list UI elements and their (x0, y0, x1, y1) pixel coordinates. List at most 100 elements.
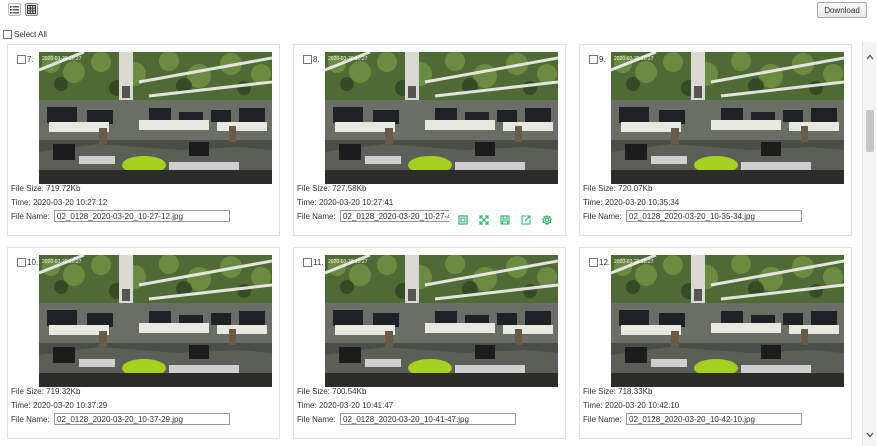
scroll-down-icon[interactable] (865, 430, 875, 440)
svg-text:2020-03-20 10:27: 2020-03-20 10:27 (42, 56, 82, 62)
file-name-label: File Name: (11, 212, 50, 221)
file-name-label: File Name: (297, 415, 336, 424)
settings-icon[interactable] (541, 214, 553, 226)
time-label: Time: (583, 401, 603, 410)
snapshot-card: 9. 2020-03-20 10:27 File Size: 720.07Kb (579, 44, 852, 236)
snapshot-thumbnail[interactable]: 2020-03-20 10:27 (39, 52, 272, 184)
card-index: 11. (313, 258, 324, 267)
time-row: Time: 2020-03-20 10:42:10 (583, 401, 679, 410)
file-name-row: File Name: (11, 415, 50, 424)
file-name-input[interactable] (340, 413, 516, 425)
image-hover-toolbar (449, 210, 561, 229)
scroll-up-icon[interactable] (865, 52, 875, 62)
card-select[interactable]: 10. (17, 258, 38, 267)
card-index: 12. (599, 258, 611, 267)
file-size-row: File Size: 720.07Kb (583, 184, 652, 193)
save-icon[interactable] (499, 214, 511, 226)
list-icon[interactable] (8, 3, 21, 16)
snapshot-thumbnail[interactable]: 2020-03-20 10:27 (611, 52, 844, 184)
time-value: 2020-03-20 10:27:12 (32, 198, 108, 207)
time-row: Time: 2020-03-20 10:41:47 (297, 401, 393, 410)
snapshot-card: 12. 2020-03-20 10:27 File Size: 718.33Kb (579, 247, 852, 439)
card-select[interactable]: 9. (589, 55, 606, 64)
time-value: 2020-03-20 10:37:29 (32, 401, 108, 410)
file-name-row: File Name: (297, 212, 336, 221)
time-value: 2020-03-20 10:27:41 (318, 198, 394, 207)
file-size-row: File Size: 700.54Kb (297, 387, 366, 396)
file-size-row: File Size: 727.58Kb (297, 184, 366, 193)
card-select[interactable]: 12. (589, 258, 610, 267)
card-checkbox[interactable] (589, 258, 598, 267)
card-checkbox[interactable] (303, 258, 312, 267)
file-name-input[interactable] (54, 210, 230, 222)
file-name-input[interactable] (54, 413, 230, 425)
file-size-label: File Size: (11, 184, 44, 193)
svg-text:2020-03-20 10:27: 2020-03-20 10:27 (614, 56, 654, 62)
file-size-value: 718.33Kb (618, 387, 653, 396)
time-label: Time: (11, 198, 31, 207)
file-name-row: File Name: (583, 212, 622, 221)
snapshot-card: 11. 2020-03-20 10:27 File Size: 700.54Kb (293, 247, 566, 439)
file-name-row: File Name: (11, 212, 50, 221)
card-checkbox[interactable] (17, 55, 26, 64)
file-size-value: 700.54Kb (332, 387, 367, 396)
time-label: Time: (297, 198, 317, 207)
card-select[interactable]: 8. (303, 55, 320, 64)
time-value: 2020-03-20 10:42:10 (604, 401, 680, 410)
card-index: 8. (313, 55, 320, 64)
snapshot-card: 7. 2020-03-20 10:27 File Size: 719.72Kb (7, 44, 280, 236)
file-size-label: File Size: (297, 184, 330, 193)
file-size-value: 720.07Kb (618, 184, 653, 193)
file-name-input[interactable] (626, 210, 802, 222)
select-all[interactable]: Select All (3, 30, 47, 39)
snapshot-thumbnail[interactable]: 2020-03-20 10:27 (39, 255, 272, 387)
select-all-checkbox[interactable] (3, 30, 12, 39)
card-checkbox[interactable] (17, 258, 26, 267)
snapshot-thumbnail[interactable]: 2020-03-20 10:27 (325, 52, 558, 184)
card-index: 9. (599, 55, 606, 64)
fullscreen-icon[interactable] (478, 214, 490, 226)
card-index: 7. (27, 55, 34, 64)
svg-text:2020-03-20 10:27: 2020-03-20 10:27 (614, 259, 654, 265)
file-name-row: File Name: (583, 415, 622, 424)
fit-icon[interactable] (457, 214, 469, 226)
svg-text:2020-03-20 10:27: 2020-03-20 10:27 (328, 56, 368, 62)
file-name-input[interactable] (626, 413, 802, 425)
file-size-row: File Size: 719.72Kb (11, 184, 80, 193)
scrollbar-thumb[interactable] (866, 110, 874, 152)
time-label: Time: (297, 401, 317, 410)
card-checkbox[interactable] (303, 55, 312, 64)
vertical-scrollbar[interactable] (862, 42, 876, 446)
file-size-label: File Size: (11, 387, 44, 396)
time-value: 2020-03-20 10:35:34 (604, 198, 680, 207)
file-name-label: File Name: (583, 212, 622, 221)
time-label: Time: (583, 198, 603, 207)
grid-icon[interactable] (25, 3, 38, 16)
card-select[interactable]: 11. (303, 258, 324, 267)
snapshot-grid: 7. 2020-03-20 10:27 File Size: 719.72Kb (0, 40, 862, 446)
file-name-label: File Name: (11, 415, 50, 424)
select-all-label: Select All (14, 30, 47, 39)
svg-text:2020-03-20 10:27: 2020-03-20 10:27 (42, 259, 82, 265)
snapshot-thumbnail[interactable]: 2020-03-20 10:27 (611, 255, 844, 387)
file-size-row: File Size: 718.33Kb (583, 387, 652, 396)
svg-text:2020-03-20 10:27: 2020-03-20 10:27 (328, 259, 368, 265)
file-name-label: File Name: (297, 212, 336, 221)
download-button[interactable]: Download (817, 2, 867, 18)
time-row: Time: 2020-03-20 10:27:41 (297, 198, 393, 207)
file-size-label: File Size: (297, 387, 330, 396)
snapshot-card: 8. 2020-03-20 10:27 File Size: 727.58Kb (293, 44, 566, 236)
card-index: 10. (27, 258, 39, 267)
file-size-row: File Size: 719.32Kb (11, 387, 80, 396)
open-icon[interactable] (520, 214, 532, 226)
top-toolbar: Download (0, 0, 877, 22)
file-name-label: File Name: (583, 415, 622, 424)
card-checkbox[interactable] (589, 55, 598, 64)
snapshot-card: 10. 2020-03-20 10:27 File Size: 719.32Kb (7, 247, 280, 439)
card-select[interactable]: 7. (17, 55, 34, 64)
time-row: Time: 2020-03-20 10:35:34 (583, 198, 679, 207)
time-row: Time: 2020-03-20 10:27:12 (11, 198, 107, 207)
snapshot-thumbnail[interactable]: 2020-03-20 10:27 (325, 255, 558, 387)
file-size-label: File Size: (583, 184, 616, 193)
time-label: Time: (11, 401, 31, 410)
